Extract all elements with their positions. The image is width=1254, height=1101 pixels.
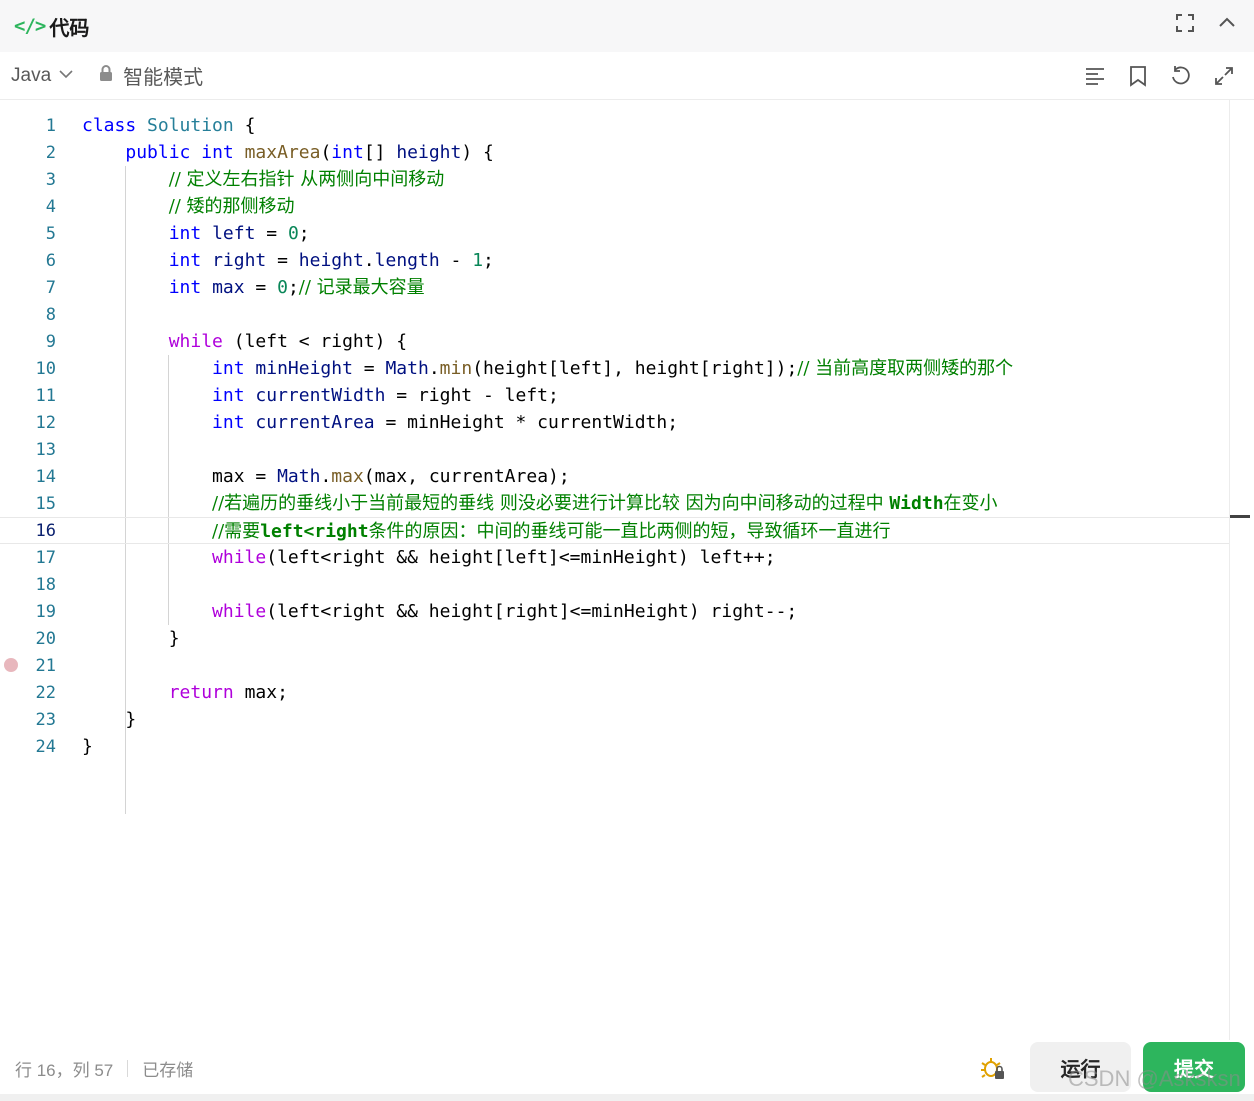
line-number: 2 xyxy=(45,142,56,163)
line-number: 24 xyxy=(35,736,56,757)
code-line[interactable]: 20 } xyxy=(0,625,1230,652)
code-text[interactable]: while(left<right && height[right]<=minHe… xyxy=(82,598,797,625)
expand-icon[interactable] xyxy=(1212,64,1236,88)
line-number: 19 xyxy=(35,601,56,622)
code-line[interactable]: 22 return max; xyxy=(0,679,1230,706)
language-label: Java xyxy=(11,64,52,86)
editor-scrollbar[interactable] xyxy=(1229,100,1230,1040)
line-number: 9 xyxy=(45,331,56,352)
format-icon[interactable] xyxy=(1083,64,1107,88)
code-line[interactable]: 11 int currentWidth = right - left; xyxy=(0,382,1230,409)
language-select[interactable]: Java xyxy=(11,65,73,87)
code-line[interactable]: 18 xyxy=(0,571,1230,598)
code-line[interactable]: 12 int currentArea = minHeight * current… xyxy=(0,409,1230,436)
code-text[interactable]: public int maxArea(int[] height) { xyxy=(82,139,494,166)
code-text[interactable]: int left = 0; xyxy=(82,220,310,247)
scrollbar-cursor-marker xyxy=(1230,515,1250,518)
line-number: 8 xyxy=(45,304,56,325)
code-text[interactable]: } xyxy=(82,625,180,652)
code-line[interactable]: 19 while(left<right && height[right]<=mi… xyxy=(0,598,1230,625)
line-number: 5 xyxy=(45,223,56,244)
code-text[interactable]: max = Math.max(max, currentArea); xyxy=(82,463,570,490)
code-line[interactable]: 5 int left = 0; xyxy=(0,220,1230,247)
code-text[interactable]: int currentWidth = right - left; xyxy=(82,382,559,409)
code-text[interactable]: int currentArea = minHeight * currentWid… xyxy=(82,409,678,436)
line-number: 3 xyxy=(45,169,56,190)
editor-toolbar: Java 智能模式 xyxy=(0,52,1254,100)
line-number: 10 xyxy=(35,358,56,379)
line-number: 16 xyxy=(35,520,56,541)
code-line-current[interactable]: 16 //需要left<right条件的原因：中间的垂线可能一直比两侧的短，导致… xyxy=(0,517,1230,544)
code-text[interactable]: // 定义左右指针 从两侧向中间移动 xyxy=(82,166,445,193)
debug-icon[interactable] xyxy=(980,1055,1006,1081)
collapse-icon[interactable] xyxy=(1216,12,1238,34)
code-text[interactable]: int minHeight = Math.min(height[left], h… xyxy=(82,355,1013,382)
code-panel-header: </> 代码 xyxy=(0,0,1254,52)
code-line[interactable]: 13 xyxy=(0,436,1230,463)
line-number: 11 xyxy=(35,385,56,406)
code-text[interactable]: return max; xyxy=(82,679,288,706)
code-text[interactable]: int right = height.length - 1; xyxy=(82,247,494,274)
code-icon: </> xyxy=(14,15,46,37)
line-number: 6 xyxy=(45,250,56,271)
breakpoint-hint-icon[interactable] xyxy=(4,658,18,672)
code-text[interactable]: int max = 0;// 记录最大容量 xyxy=(82,274,425,301)
fullscreen-icon[interactable] xyxy=(1174,12,1196,34)
lock-icon xyxy=(99,64,113,87)
watermark: CSDN @Asksksn xyxy=(1068,1066,1241,1091)
line-number: 17 xyxy=(35,547,56,568)
code-line[interactable]: 23 } xyxy=(0,706,1230,733)
bottom-edge xyxy=(0,1094,1254,1101)
code-text[interactable]: } xyxy=(82,733,93,760)
line-number: 18 xyxy=(35,574,56,595)
code-line[interactable]: 7 int max = 0;// 记录最大容量 xyxy=(0,274,1230,301)
line-number: 7 xyxy=(45,277,56,298)
code-line[interactable]: 2 public int maxArea(int[] height) { xyxy=(0,139,1230,166)
panel-title: 代码 xyxy=(49,17,90,40)
line-number: 14 xyxy=(35,466,56,487)
code-line[interactable]: 17 while(left<right && height[left]<=min… xyxy=(0,544,1230,571)
line-number: 4 xyxy=(45,196,56,217)
code-line[interactable]: 21 xyxy=(0,652,1230,679)
line-number: 12 xyxy=(35,412,56,433)
code-editor[interactable]: 1 class Solution { 2 public int maxArea(… xyxy=(0,100,1254,1040)
chevron-down-icon xyxy=(59,65,73,87)
code-line[interactable]: 8 xyxy=(0,301,1230,328)
code-text[interactable]: } xyxy=(82,706,136,733)
divider xyxy=(127,1060,129,1077)
code-line[interactable]: 10 int minHeight = Math.min(height[left]… xyxy=(0,355,1230,382)
code-line[interactable]: 4 // 矮的那侧移动 xyxy=(0,193,1230,220)
code-line[interactable]: 9 while (left < right) { xyxy=(0,328,1230,355)
code-text[interactable]: while(left<right && height[left]<=minHei… xyxy=(82,544,776,571)
line-number: 1 xyxy=(45,115,56,136)
code-line[interactable]: 1 class Solution { xyxy=(0,112,1230,139)
bookmark-icon[interactable] xyxy=(1126,64,1150,88)
code-text[interactable]: //需要left<right条件的原因：中间的垂线可能一直比两侧的短，导致循环一… xyxy=(82,518,891,545)
mode-label: 智能模式 xyxy=(123,67,204,89)
reset-icon[interactable] xyxy=(1169,64,1193,88)
code-line[interactable]: 24 } xyxy=(0,733,1230,760)
status-bar: 行 16，列 57 已存储 xyxy=(15,1056,193,1081)
code-line[interactable]: 15 //若遍历的垂线小于当前最短的垂线 则没必要进行计算比较 因为向中间移动的… xyxy=(0,490,1230,517)
line-number: 20 xyxy=(35,628,56,649)
line-number: 15 xyxy=(35,493,56,514)
line-number: 23 xyxy=(35,709,56,730)
code-line[interactable]: 3 // 定义左右指针 从两侧向中间移动 xyxy=(0,166,1230,193)
code-line[interactable]: 14 max = Math.max(max, currentArea); xyxy=(0,463,1230,490)
code-text[interactable]: //若遍历的垂线小于当前最短的垂线 则没必要进行计算比较 因为向中间移动的过程中… xyxy=(82,490,997,517)
code-text[interactable]: // 矮的那侧移动 xyxy=(82,193,295,220)
save-status: 已存储 xyxy=(142,1061,194,1080)
line-number: 22 xyxy=(35,682,56,703)
code-text[interactable]: class Solution { xyxy=(82,112,255,139)
mode-select[interactable]: 智能模式 xyxy=(99,61,203,90)
line-number: 13 xyxy=(35,439,56,460)
code-line[interactable]: 6 int right = height.length - 1; xyxy=(0,247,1230,274)
editor-footer: 行 16，列 57 已存储 运行 提交 CSDN @Asksksn xyxy=(0,1040,1254,1101)
code-text[interactable]: while (left < right) { xyxy=(82,328,407,355)
cursor-position: 行 16，列 57 xyxy=(15,1061,114,1080)
